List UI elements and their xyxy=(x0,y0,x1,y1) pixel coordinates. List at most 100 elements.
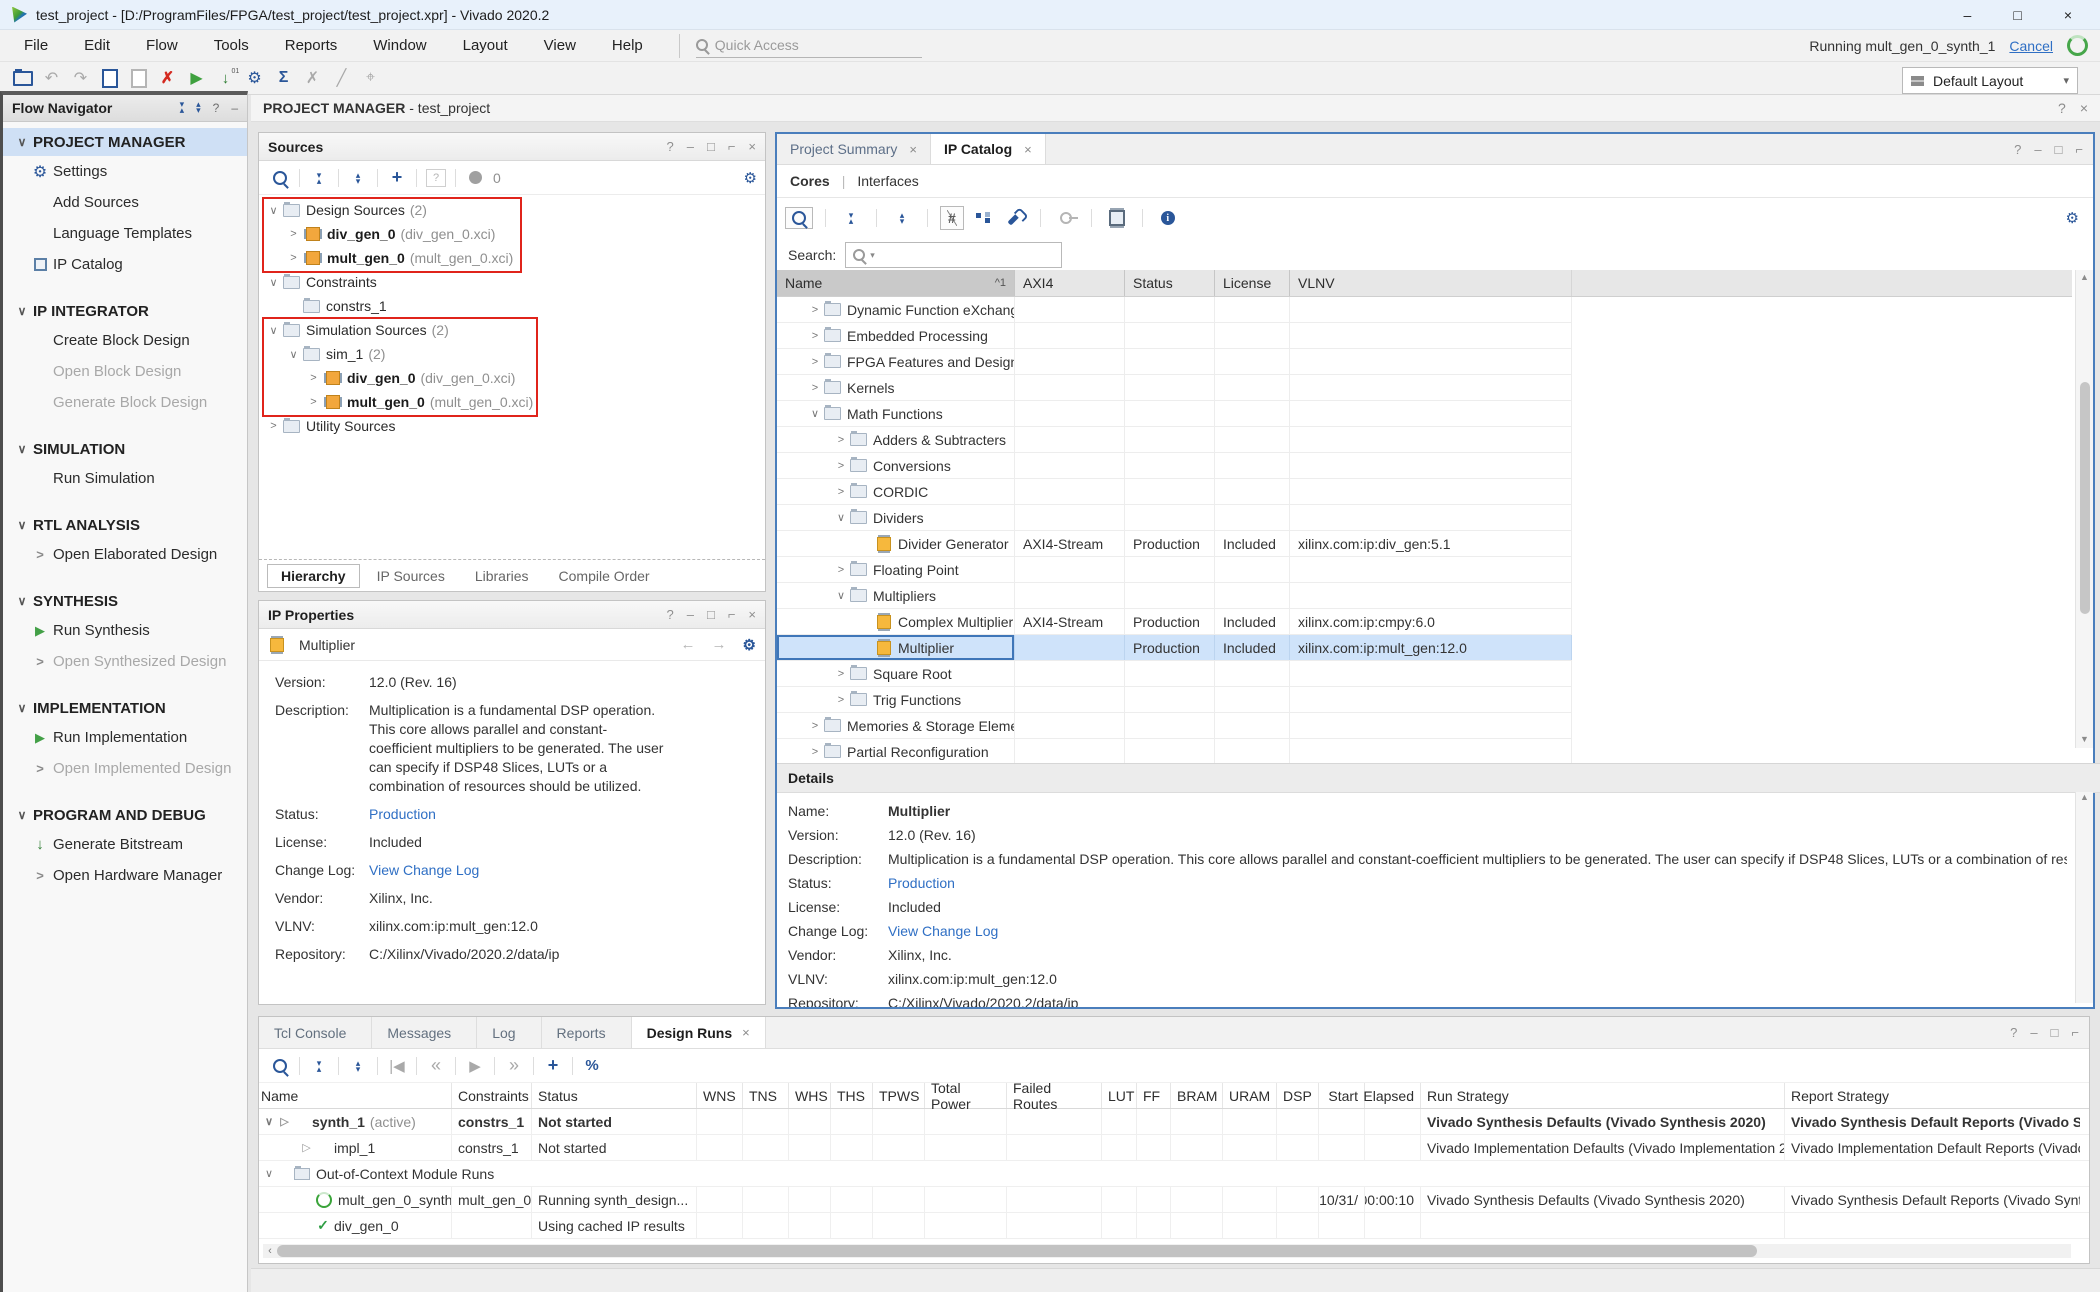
close-icon[interactable]: × xyxy=(2080,100,2088,116)
catalog-row[interactable]: ∨ Dividers xyxy=(777,505,1572,531)
gear-icon[interactable]: ⚙ xyxy=(744,169,757,187)
back-icon[interactable]: ← xyxy=(681,636,696,654)
tree-arrow-icon[interactable]: > xyxy=(833,486,849,498)
sources-view-tab[interactable]: Hierarchy xyxy=(267,564,360,588)
first-page-icon[interactable]: |◀ xyxy=(384,1057,410,1075)
scroll-up-icon[interactable]: ▲ xyxy=(2076,792,2093,806)
run-button[interactable]: ▶ xyxy=(182,66,211,90)
col-tns[interactable]: TNS xyxy=(743,1083,789,1108)
panel-control-icon[interactable]: × xyxy=(748,139,756,154)
flow-navigator-row[interactable]: Create Block Design xyxy=(3,325,247,356)
info-icon[interactable]: i xyxy=(1155,211,1181,225)
column-header-name[interactable]: Name ^1 xyxy=(777,270,1015,296)
collapse-all-icon[interactable] xyxy=(306,1060,332,1072)
design-run-row[interactable]: div_gen_0 Using cached IP results xyxy=(259,1213,2089,1239)
bottom-tab[interactable]: Messages xyxy=(372,1017,477,1048)
menu-item[interactable]: Flow xyxy=(146,37,178,54)
sources-view-tab[interactable]: Libraries xyxy=(462,565,542,587)
maximize-icon[interactable]: □ xyxy=(2055,142,2063,157)
tree-arrow-icon[interactable]: ∨ xyxy=(265,276,282,289)
tab-close-icon[interactable]: × xyxy=(742,1025,750,1040)
collapse-all-icon[interactable] xyxy=(180,101,185,115)
tree-arrow-icon[interactable]: ∨ xyxy=(265,324,282,337)
flow-navigator-row[interactable]: Generate Bitstream xyxy=(3,829,247,860)
expand-all-icon[interactable] xyxy=(196,101,201,115)
flow-navigator-row[interactable]: Open Block Design xyxy=(3,356,247,387)
window-maximize-button[interactable]: □ xyxy=(2013,7,2021,23)
catalog-row[interactable]: > Floating Point xyxy=(777,557,1572,583)
flow-navigator-row[interactable]: Open Elaborated Design xyxy=(3,539,247,570)
flow-navigator-row[interactable]: IP Catalog xyxy=(3,249,247,280)
catalog-row[interactable]: > Embedded Processing xyxy=(777,323,1572,349)
column-header-axi4[interactable]: AXI4 xyxy=(1015,270,1125,296)
bottom-tab[interactable]: Design Runs × xyxy=(632,1017,766,1048)
bottom-tab[interactable]: Reports xyxy=(542,1017,632,1048)
flow-navigator-row[interactable]: PROJECT MANAGER xyxy=(3,128,247,156)
scrollbar-thumb[interactable] xyxy=(2080,382,2090,614)
panel-control-icon[interactable]: × xyxy=(748,607,756,622)
horizontal-scrollbar[interactable]: ‹ xyxy=(263,1244,2071,1258)
source-tree-row[interactable]: constrs_1 xyxy=(259,294,765,318)
tree-arrow-icon[interactable]: > xyxy=(265,420,282,432)
source-tree-row[interactable]: ∨ Constraints xyxy=(259,270,765,294)
flow-navigator-row[interactable]: SIMULATION xyxy=(3,435,247,463)
tree-arrow-icon[interactable]: > xyxy=(807,720,823,732)
cancel-run-button[interactable]: ✗ xyxy=(298,66,327,90)
catalog-row[interactable]: ∨ Math Functions xyxy=(777,401,1572,427)
catalog-row[interactable]: > Kernels xyxy=(777,375,1572,401)
tree-arrow-icon[interactable]: ∨ xyxy=(833,589,849,602)
column-header-status[interactable]: Status xyxy=(1125,270,1215,296)
catalog-search-input[interactable]: ▾ xyxy=(845,242,1062,268)
window-minimize-button[interactable]: – xyxy=(1964,7,1972,23)
panel-control-icon[interactable]: ? xyxy=(666,139,673,154)
col-wns[interactable]: WNS xyxy=(697,1083,743,1108)
design-run-row[interactable]: ∨ ▷ synth_1 (active) constrs_1 Not start… xyxy=(259,1109,2089,1135)
edit-pen-button[interactable]: ╱ xyxy=(327,66,356,90)
play-icon[interactable]: ▶ xyxy=(462,1057,488,1075)
col-constraints[interactable]: Constraints xyxy=(452,1083,532,1108)
save-button[interactable] xyxy=(95,66,124,90)
filter-incompatible-button[interactable]: # xyxy=(940,206,964,230)
tree-arrow-icon[interactable]: > xyxy=(833,460,849,472)
quick-access-input[interactable]: Quick Access xyxy=(696,33,922,58)
redo-button[interactable]: ↷ xyxy=(66,66,95,90)
source-tree-row[interactable]: > mult_gen_0 (mult_gen_0.xci) xyxy=(259,246,765,270)
expand-all-icon[interactable] xyxy=(345,172,371,184)
catalog-row[interactable]: > Trig Functions xyxy=(777,687,1572,713)
source-tree-row[interactable]: > mult_gen_0 (mult_gen_0.xci) xyxy=(259,390,765,414)
menu-item[interactable]: File xyxy=(24,37,48,54)
collapse-all-icon[interactable] xyxy=(838,212,864,224)
tree-arrow-icon[interactable]: > xyxy=(833,434,849,446)
editor-tab[interactable]: IP Catalog × xyxy=(931,134,1046,164)
tree-arrow-icon[interactable]: > xyxy=(807,330,823,342)
catalog-row[interactable]: Complex Multiplier AXI4-Stream Productio… xyxy=(777,609,1572,635)
catalog-row[interactable]: Multiplier Production Included xilinx.co… xyxy=(777,635,1572,661)
maximize-icon[interactable]: □ xyxy=(2051,1025,2059,1040)
search-toggle-button[interactable] xyxy=(785,207,813,229)
catalog-row[interactable]: > Partial Reconfiguration xyxy=(777,739,1572,765)
column-header-license[interactable]: License xyxy=(1215,270,1290,296)
report-sum-button[interactable]: Σ xyxy=(269,66,298,90)
menu-item[interactable]: Edit xyxy=(84,37,110,54)
catalog-row[interactable]: > Dynamic Function eXchange xyxy=(777,297,1572,323)
tree-arrow-icon[interactable]: > xyxy=(285,228,302,240)
tree-arrow-icon[interactable]: ∨ xyxy=(261,1167,277,1180)
source-tree-row[interactable]: > Utility Sources xyxy=(259,414,765,438)
col-whs[interactable]: WHS xyxy=(789,1083,831,1108)
catalog-row[interactable]: Divider Generator AXI4-Stream Production… xyxy=(777,531,1572,557)
col-ths[interactable]: THS xyxy=(831,1083,873,1108)
generate-bitstream-button[interactable]: ↓ xyxy=(211,66,240,90)
settings-button[interactable]: ⚙ xyxy=(240,66,269,90)
details-vertical-scrollbar[interactable]: ▲ xyxy=(2075,792,2093,1003)
menu-item[interactable]: Help xyxy=(612,37,643,54)
panel-control-icon[interactable]: – xyxy=(687,607,694,622)
tab-interfaces[interactable]: Interfaces xyxy=(857,173,918,189)
menu-item[interactable]: Tools xyxy=(214,37,249,54)
scroll-down-icon[interactable]: ▼ xyxy=(2080,732,2089,746)
tree-arrow-icon[interactable]: > xyxy=(305,396,322,408)
layout-selector[interactable]: Default Layout ▾ xyxy=(1902,67,2078,94)
menu-item[interactable]: Layout xyxy=(463,37,508,54)
tab-close-icon[interactable]: × xyxy=(1024,142,1032,157)
flow-navigator-row[interactable]: Run Implementation xyxy=(3,722,247,753)
tree-arrow-icon[interactable]: ∨ xyxy=(265,204,282,217)
